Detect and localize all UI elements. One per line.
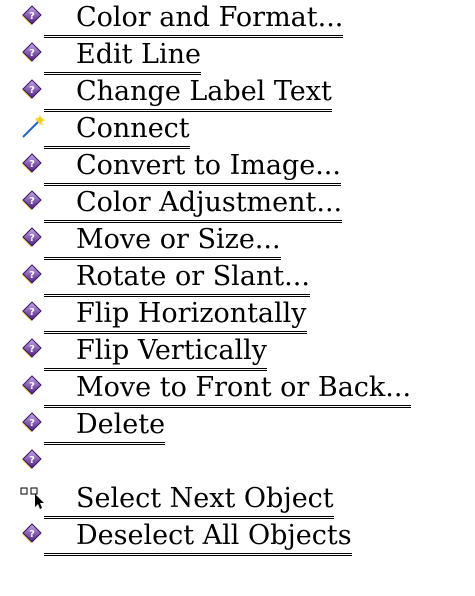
help-topic-menu: ? Color and Format... ? Edit Line ? Chan… (0, 0, 475, 556)
svg-text:?: ? (29, 307, 35, 318)
menu-item-label[interactable]: Move to Front or Back... (44, 372, 412, 408)
menu-item-flip-horizontally[interactable]: ? Flip Horizontally (0, 296, 475, 334)
svg-text:?: ? (29, 344, 35, 355)
menu-item-label[interactable]: Connect (44, 113, 190, 149)
menu-item-label[interactable]: Rotate or Slant... (44, 261, 310, 297)
menu-item-label[interactable]: Change Label Text (44, 76, 332, 112)
help-diamond-icon: ? (20, 152, 46, 178)
svg-text:?: ? (29, 529, 35, 540)
menu-item-label[interactable]: Select Next Object (44, 483, 334, 519)
menu-item-label[interactable]: Edit Line (44, 39, 201, 75)
menu-item-label[interactable]: Deselect All Objects (44, 520, 352, 556)
menu-item-select-next-object[interactable]: Select Next Object (0, 481, 475, 519)
menu-item-label[interactable]: Color and Format... (44, 2, 344, 38)
svg-text:?: ? (29, 159, 35, 170)
help-diamond-icon: ? (20, 189, 46, 215)
menu-item-color-and-format[interactable]: ? Color and Format... (0, 0, 475, 38)
svg-text:?: ? (29, 85, 35, 96)
connect-wand-icon (20, 115, 46, 141)
menu-item-label[interactable]: Move or Size... (44, 224, 281, 260)
help-diamond-icon: ? (20, 300, 46, 326)
menu-item-label[interactable]: Flip Horizontally (44, 298, 307, 334)
help-diamond-icon: ? (20, 337, 46, 363)
help-diamond-icon: ? (20, 374, 46, 400)
help-diamond-icon: ? (20, 448, 46, 474)
menu-item-color-adjustment[interactable]: ? Color Adjustment... (0, 185, 475, 223)
menu-item-label[interactable]: Convert to Image... (44, 150, 341, 186)
help-diamond-icon: ? (20, 78, 46, 104)
menu-item-blank: ? (0, 444, 475, 481)
menu-item-flip-vertically[interactable]: ? Flip Vertically (0, 333, 475, 371)
help-diamond-icon: ? (20, 226, 46, 252)
menu-item-deselect-all-objects[interactable]: ? Deselect All Objects (0, 518, 475, 556)
menu-item-label[interactable]: Color Adjustment... (44, 187, 343, 223)
menu-item-convert-to-image[interactable]: ? Convert to Image... (0, 148, 475, 186)
svg-text:?: ? (29, 196, 35, 207)
svg-text:?: ? (29, 11, 35, 22)
menu-item-connect[interactable]: Connect (0, 111, 475, 149)
svg-text:?: ? (29, 48, 35, 59)
help-diamond-icon: ? (20, 522, 46, 548)
svg-text:?: ? (29, 233, 35, 244)
select-next-object-icon (20, 485, 46, 511)
menu-item-move-or-size[interactable]: ? Move or Size... (0, 222, 475, 260)
svg-text:?: ? (29, 455, 35, 466)
menu-item-label[interactable]: Delete (44, 409, 166, 445)
menu-item-move-to-front-or-back[interactable]: ? Move to Front or Back... (0, 370, 475, 408)
help-diamond-icon: ? (20, 263, 46, 289)
help-diamond-icon: ? (20, 411, 46, 437)
menu-item-rotate-or-slant[interactable]: ? Rotate or Slant... (0, 259, 475, 297)
menu-item-label[interactable]: Flip Vertically (44, 335, 268, 371)
menu-item-edit-line[interactable]: ? Edit Line (0, 37, 475, 75)
menu-item-delete[interactable]: ? Delete (0, 407, 475, 445)
svg-text:?: ? (29, 418, 35, 429)
help-diamond-icon: ? (20, 4, 46, 30)
help-diamond-icon: ? (20, 41, 46, 67)
svg-text:?: ? (29, 381, 35, 392)
svg-text:?: ? (29, 270, 35, 281)
menu-item-change-label-text[interactable]: ? Change Label Text (0, 74, 475, 112)
